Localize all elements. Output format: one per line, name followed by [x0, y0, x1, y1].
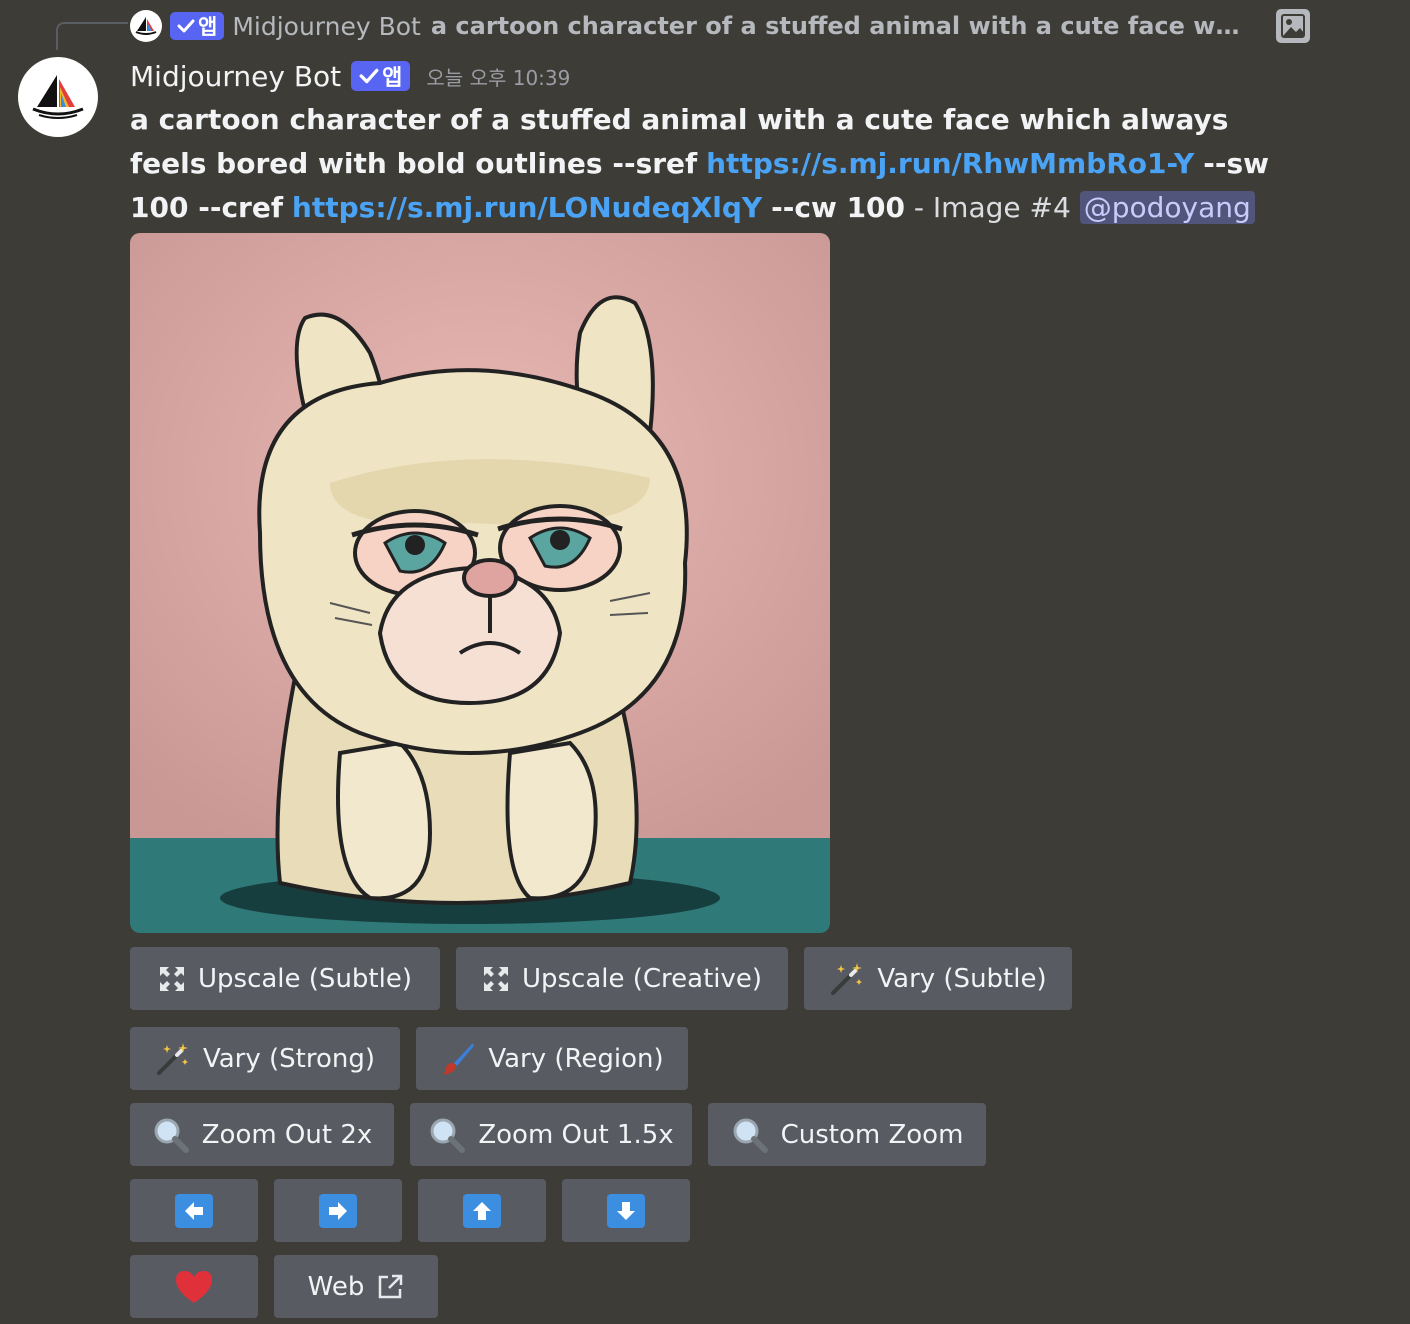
sref-link[interactable]: https://s.mj.run/RhwMmbRo1-Y [706, 147, 1194, 180]
image-label: - Image #4 [913, 191, 1071, 224]
image-attachment-icon [1276, 9, 1310, 43]
checkmark-icon [177, 19, 195, 33]
arrow-down-icon [607, 1193, 645, 1228]
sailboat-logo-icon [135, 17, 157, 35]
upscale-subtle-label: Upscale (Subtle) [198, 963, 412, 994]
arrow-up-icon [463, 1193, 501, 1228]
magic-wand-icon [829, 961, 865, 997]
vary-strong-button[interactable]: Vary (Strong) [130, 1027, 400, 1090]
zoom-out-2x-button[interactable]: Zoom Out 2x [130, 1103, 394, 1166]
arrow-left-icon [175, 1193, 213, 1228]
message-header: Midjourney Bot 앱 오늘 오후 10:39 [130, 56, 570, 96]
external-link-icon [376, 1273, 404, 1301]
reply-author[interactable]: Midjourney Bot [232, 12, 421, 41]
app-badge-label: 앱 [198, 15, 218, 39]
prompt-params-cw: --cw 100 [771, 191, 906, 224]
custom-zoom-label: Custom Zoom [780, 1119, 964, 1150]
timestamp[interactable]: 오늘 오후 10:39 [426, 62, 570, 91]
vary-strong-label: Vary (Strong) [202, 1043, 376, 1074]
cref-link[interactable]: https://s.mj.run/LONudeqXlqY [292, 191, 762, 224]
favorite-button[interactable] [130, 1255, 258, 1318]
magnifier-icon [152, 1116, 190, 1154]
expand-arrows-icon [158, 965, 186, 993]
vary-subtle-button[interactable]: Vary (Subtle) [804, 947, 1072, 1010]
arrow-right-icon [319, 1193, 357, 1228]
paintbrush-icon [440, 1041, 476, 1077]
zoom-out-1-5x-button[interactable]: Zoom Out 1.5x [410, 1103, 692, 1166]
zoom-out-2x-label: Zoom Out 2x [201, 1119, 373, 1150]
pan-up-button[interactable] [418, 1179, 546, 1242]
reply-connector [56, 22, 128, 50]
web-label: Web [307, 1271, 365, 1302]
sailboat-logo-icon [32, 75, 84, 119]
stuffed-animal-illustration [130, 233, 830, 933]
upscale-subtle-button[interactable]: Upscale (Subtle) [130, 947, 440, 1010]
magic-wand-icon [155, 1041, 191, 1077]
magnifier-icon [428, 1116, 466, 1154]
upscale-creative-label: Upscale (Creative) [521, 963, 763, 994]
app-badge-label: 앱 [382, 66, 403, 91]
app-badge: 앱 [351, 61, 411, 91]
checkmark-icon [359, 68, 379, 84]
expand-arrows-icon [482, 965, 510, 993]
pan-down-button[interactable] [562, 1179, 690, 1242]
zoom-out-1-5x-label: Zoom Out 1.5x [478, 1119, 674, 1150]
author-name[interactable]: Midjourney Bot [130, 60, 341, 93]
generated-image[interactable] [130, 233, 830, 933]
vary-region-button[interactable]: Vary (Region) [416, 1027, 688, 1090]
magnifier-icon [731, 1116, 769, 1154]
vary-region-label: Vary (Region) [488, 1043, 664, 1074]
reply-preview[interactable]: 앱 Midjourney Bot a cartoon character of … [130, 8, 1310, 44]
reply-avatar [130, 10, 162, 42]
upscale-creative-button[interactable]: Upscale (Creative) [456, 947, 788, 1010]
custom-zoom-button[interactable]: Custom Zoom [708, 1103, 986, 1166]
user-mention[interactable]: @podoyang [1079, 191, 1255, 224]
vary-subtle-label: Vary (Subtle) [877, 963, 1047, 994]
app-badge: 앱 [170, 12, 225, 40]
author-avatar[interactable] [18, 57, 98, 137]
pan-left-button[interactable] [130, 1179, 258, 1242]
message-content: a cartoon character of a stuffed animal … [130, 98, 1310, 230]
web-button[interactable]: Web [274, 1255, 438, 1318]
pan-right-button[interactable] [274, 1179, 402, 1242]
heart-icon [174, 1269, 214, 1305]
reply-text[interactable]: a cartoon character of a stuffed animal … [431, 12, 1254, 40]
